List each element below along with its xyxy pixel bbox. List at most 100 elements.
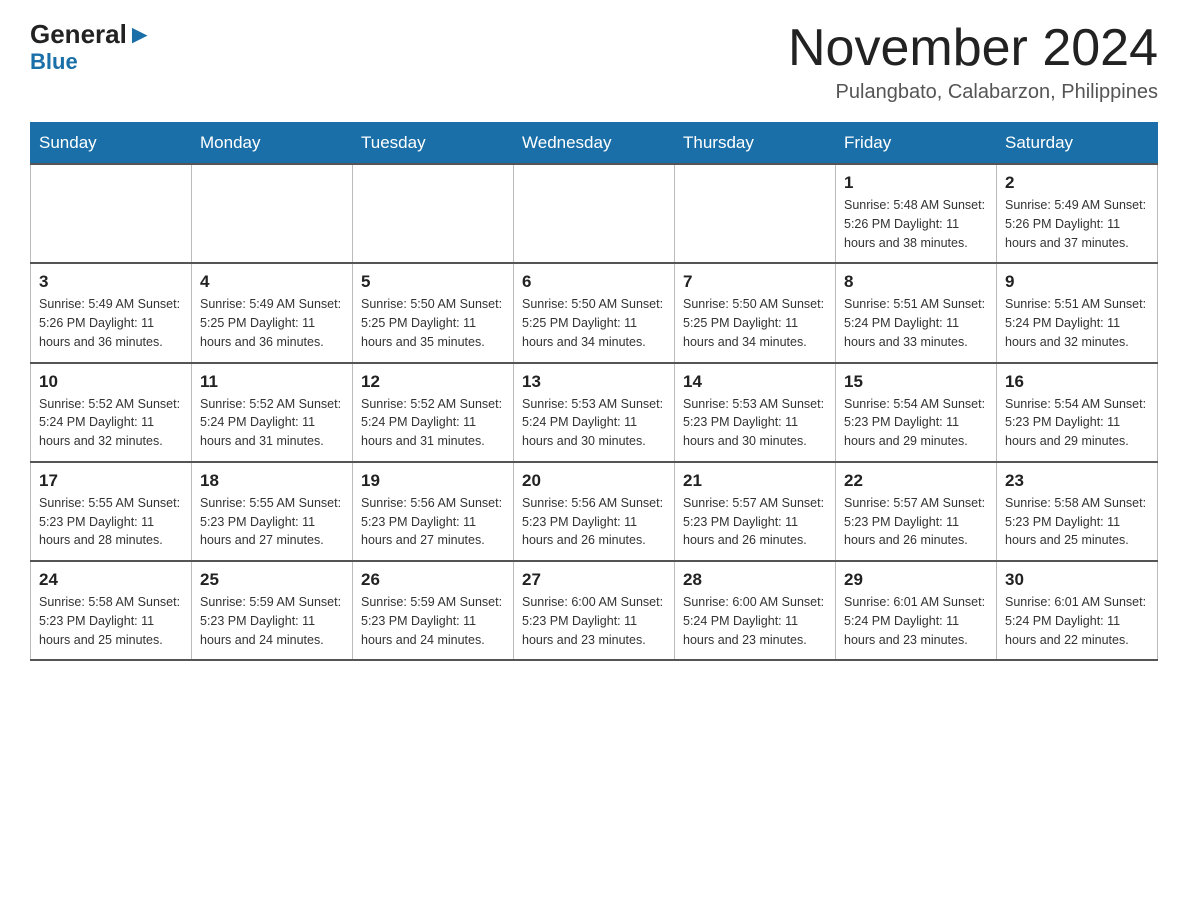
table-row: 25 Sunrise: 5:59 AM Sunset: 5:23 PM Dayli… bbox=[192, 561, 353, 660]
day-info: Sunrise: 6:00 AM Sunset: 5:23 PM Dayligh… bbox=[522, 593, 666, 649]
day-number: 1 bbox=[844, 173, 988, 193]
day-number: 25 bbox=[200, 570, 344, 590]
day-info: Sunrise: 5:59 AM Sunset: 5:23 PM Dayligh… bbox=[361, 593, 505, 649]
table-row: 17 Sunrise: 5:55 AM Sunset: 5:23 PM Dayli… bbox=[31, 462, 192, 561]
day-number: 17 bbox=[39, 471, 183, 491]
table-row bbox=[353, 164, 514, 263]
day-number: 3 bbox=[39, 272, 183, 292]
day-info: Sunrise: 5:57 AM Sunset: 5:23 PM Dayligh… bbox=[844, 494, 988, 550]
day-info: Sunrise: 5:56 AM Sunset: 5:23 PM Dayligh… bbox=[522, 494, 666, 550]
day-number: 28 bbox=[683, 570, 827, 590]
table-row: 16 Sunrise: 5:54 AM Sunset: 5:23 PM Dayli… bbox=[997, 363, 1158, 462]
day-number: 7 bbox=[683, 272, 827, 292]
day-number: 10 bbox=[39, 372, 183, 392]
table-row: 29Sunrise: 6:01 AM Sunset: 5:24 PM Dayli… bbox=[836, 561, 997, 660]
day-info: Sunrise: 5:55 AM Sunset: 5:23 PM Dayligh… bbox=[39, 494, 183, 550]
day-number: 16 bbox=[1005, 372, 1149, 392]
header-monday: Monday bbox=[192, 123, 353, 165]
calendar-week-row: 3Sunrise: 5:49 AM Sunset: 5:26 PM Daylig… bbox=[31, 263, 1158, 362]
logo: General► Blue bbox=[30, 20, 153, 75]
day-info: Sunrise: 5:52 AM Sunset: 5:24 PM Dayligh… bbox=[39, 395, 183, 451]
day-info: Sunrise: 5:51 AM Sunset: 5:24 PM Dayligh… bbox=[1005, 295, 1149, 351]
table-row bbox=[514, 164, 675, 263]
table-row: 4Sunrise: 5:49 AM Sunset: 5:25 PM Daylig… bbox=[192, 263, 353, 362]
table-row: 21 Sunrise: 5:57 AM Sunset: 5:23 PM Dayli… bbox=[675, 462, 836, 561]
day-number: 11 bbox=[200, 372, 344, 392]
day-info: Sunrise: 5:55 AM Sunset: 5:23 PM Dayligh… bbox=[200, 494, 344, 550]
header-saturday: Saturday bbox=[997, 123, 1158, 165]
table-row: 27 Sunrise: 6:00 AM Sunset: 5:23 PM Dayli… bbox=[514, 561, 675, 660]
table-row: 1 Sunrise: 5:48 AM Sunset: 5:26 PM Daylig… bbox=[836, 164, 997, 263]
day-info: Sunrise: 6:01 AM Sunset: 5:24 PM Dayligh… bbox=[1005, 593, 1149, 649]
table-row bbox=[675, 164, 836, 263]
day-number: 27 bbox=[522, 570, 666, 590]
day-number: 30 bbox=[1005, 570, 1149, 590]
title-block: November 2024 Pulangbato, Calabarzon, Ph… bbox=[788, 20, 1158, 104]
header-wednesday: Wednesday bbox=[514, 123, 675, 165]
header-sunday: Sunday bbox=[31, 123, 192, 165]
day-number: 21 bbox=[683, 471, 827, 491]
table-row: 14 Sunrise: 5:53 AM Sunset: 5:23 PM Dayli… bbox=[675, 363, 836, 462]
day-info: Sunrise: 5:52 AM Sunset: 5:24 PM Dayligh… bbox=[200, 395, 344, 451]
table-row: 5 Sunrise: 5:50 AM Sunset: 5:25 PM Daylig… bbox=[353, 263, 514, 362]
table-row: 20Sunrise: 5:56 AM Sunset: 5:23 PM Dayli… bbox=[514, 462, 675, 561]
table-row bbox=[31, 164, 192, 263]
day-number: 8 bbox=[844, 272, 988, 292]
day-number: 2 bbox=[1005, 173, 1149, 193]
table-row: 9Sunrise: 5:51 AM Sunset: 5:24 PM Daylig… bbox=[997, 263, 1158, 362]
day-info: Sunrise: 5:58 AM Sunset: 5:23 PM Dayligh… bbox=[1005, 494, 1149, 550]
calendar-week-row: 17 Sunrise: 5:55 AM Sunset: 5:23 PM Dayli… bbox=[31, 462, 1158, 561]
day-info: Sunrise: 5:51 AM Sunset: 5:24 PM Dayligh… bbox=[844, 295, 988, 351]
day-number: 23 bbox=[1005, 471, 1149, 491]
month-title: November 2024 bbox=[788, 20, 1158, 77]
logo-blue-text: Blue bbox=[30, 49, 78, 75]
header-friday: Friday bbox=[836, 123, 997, 165]
day-number: 5 bbox=[361, 272, 505, 292]
table-row: 15Sunrise: 5:54 AM Sunset: 5:23 PM Dayli… bbox=[836, 363, 997, 462]
day-info: Sunrise: 5:56 AM Sunset: 5:23 PM Dayligh… bbox=[361, 494, 505, 550]
table-row: 3Sunrise: 5:49 AM Sunset: 5:26 PM Daylig… bbox=[31, 263, 192, 362]
day-info: Sunrise: 6:01 AM Sunset: 5:24 PM Dayligh… bbox=[844, 593, 988, 649]
day-info: Sunrise: 5:53 AM Sunset: 5:23 PM Dayligh… bbox=[683, 395, 827, 451]
day-info: Sunrise: 5:50 AM Sunset: 5:25 PM Dayligh… bbox=[361, 295, 505, 351]
day-info: Sunrise: 5:59 AM Sunset: 5:23 PM Dayligh… bbox=[200, 593, 344, 649]
calendar-table: Sunday Monday Tuesday Wednesday Thursday… bbox=[30, 122, 1158, 661]
table-row: 12 Sunrise: 5:52 AM Sunset: 5:24 PM Dayli… bbox=[353, 363, 514, 462]
day-number: 19 bbox=[361, 471, 505, 491]
logo-general-text: General► bbox=[30, 20, 153, 49]
day-number: 18 bbox=[200, 471, 344, 491]
day-info: Sunrise: 5:48 AM Sunset: 5:26 PM Dayligh… bbox=[844, 196, 988, 252]
table-row: 13 Sunrise: 5:53 AM Sunset: 5:24 PM Dayli… bbox=[514, 363, 675, 462]
day-info: Sunrise: 5:52 AM Sunset: 5:24 PM Dayligh… bbox=[361, 395, 505, 451]
day-number: 6 bbox=[522, 272, 666, 292]
table-row: 26Sunrise: 5:59 AM Sunset: 5:23 PM Dayli… bbox=[353, 561, 514, 660]
day-info: Sunrise: 5:50 AM Sunset: 5:25 PM Dayligh… bbox=[683, 295, 827, 351]
table-row: 30 Sunrise: 6:01 AM Sunset: 5:24 PM Dayli… bbox=[997, 561, 1158, 660]
calendar-week-row: 1 Sunrise: 5:48 AM Sunset: 5:26 PM Daylig… bbox=[31, 164, 1158, 263]
day-info: Sunrise: 5:53 AM Sunset: 5:24 PM Dayligh… bbox=[522, 395, 666, 451]
table-row: 11 Sunrise: 5:52 AM Sunset: 5:24 PM Dayli… bbox=[192, 363, 353, 462]
header-thursday: Thursday bbox=[675, 123, 836, 165]
day-number: 22 bbox=[844, 471, 988, 491]
table-row: 24 Sunrise: 5:58 AM Sunset: 5:23 PM Dayli… bbox=[31, 561, 192, 660]
calendar-week-row: 24 Sunrise: 5:58 AM Sunset: 5:23 PM Dayli… bbox=[31, 561, 1158, 660]
table-row: 18 Sunrise: 5:55 AM Sunset: 5:23 PM Dayli… bbox=[192, 462, 353, 561]
day-number: 12 bbox=[361, 372, 505, 392]
table-row: 10 Sunrise: 5:52 AM Sunset: 5:24 PM Dayli… bbox=[31, 363, 192, 462]
day-info: Sunrise: 5:58 AM Sunset: 5:23 PM Dayligh… bbox=[39, 593, 183, 649]
day-info: Sunrise: 5:49 AM Sunset: 5:26 PM Dayligh… bbox=[1005, 196, 1149, 252]
location-subtitle: Pulangbato, Calabarzon, Philippines bbox=[788, 81, 1158, 104]
calendar-week-row: 10 Sunrise: 5:52 AM Sunset: 5:24 PM Dayli… bbox=[31, 363, 1158, 462]
table-row: 28 Sunrise: 6:00 AM Sunset: 5:24 PM Dayli… bbox=[675, 561, 836, 660]
day-number: 24 bbox=[39, 570, 183, 590]
day-number: 13 bbox=[522, 372, 666, 392]
day-info: Sunrise: 5:49 AM Sunset: 5:25 PM Dayligh… bbox=[200, 295, 344, 351]
day-info: Sunrise: 5:50 AM Sunset: 5:25 PM Dayligh… bbox=[522, 295, 666, 351]
day-number: 14 bbox=[683, 372, 827, 392]
header-tuesday: Tuesday bbox=[353, 123, 514, 165]
day-info: Sunrise: 5:54 AM Sunset: 5:23 PM Dayligh… bbox=[1005, 395, 1149, 451]
day-info: Sunrise: 6:00 AM Sunset: 5:24 PM Dayligh… bbox=[683, 593, 827, 649]
table-row: 6 Sunrise: 5:50 AM Sunset: 5:25 PM Daylig… bbox=[514, 263, 675, 362]
table-row bbox=[192, 164, 353, 263]
day-info: Sunrise: 5:57 AM Sunset: 5:23 PM Dayligh… bbox=[683, 494, 827, 550]
